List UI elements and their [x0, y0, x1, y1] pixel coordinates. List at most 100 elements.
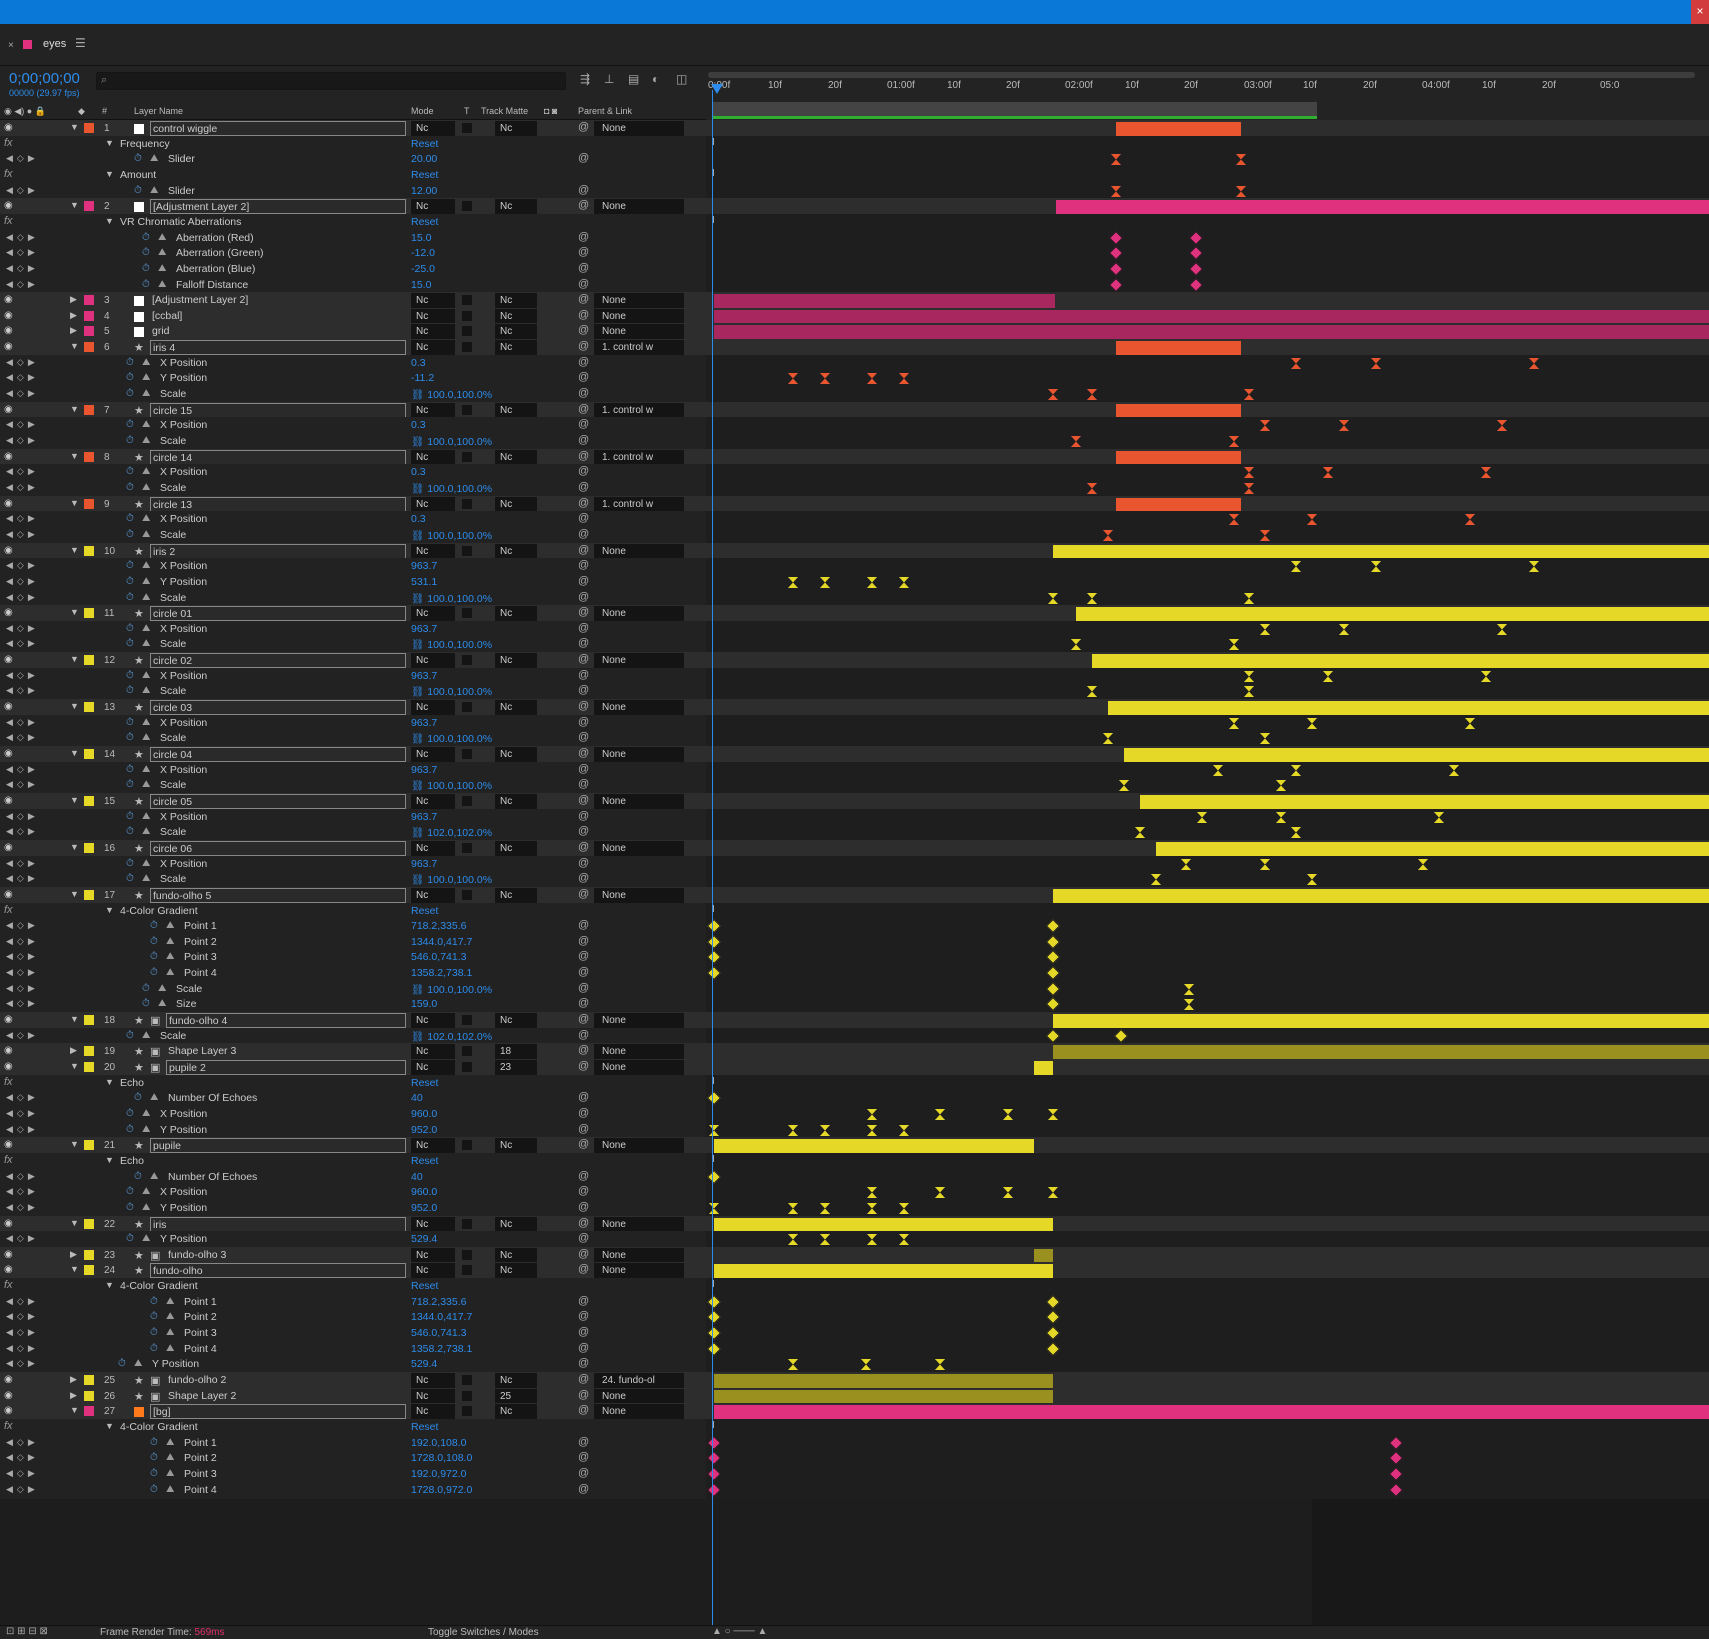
hold-keyframe[interactable] — [1481, 671, 1491, 682]
graph-icon[interactable]: ⛰ — [166, 1452, 174, 1463]
label-color-swatch[interactable] — [84, 749, 94, 759]
hold-keyframe[interactable] — [1481, 467, 1491, 478]
parent-dropdown[interactable]: None — [594, 1389, 684, 1404]
layer-name[interactable]: iris 4 — [150, 340, 406, 355]
expression-pickwhip-icon[interactable]: @ — [578, 152, 589, 164]
graph-icon[interactable]: ⛰ — [158, 263, 166, 274]
hold-keyframe[interactable] — [899, 577, 909, 588]
hold-keyframe[interactable] — [1087, 686, 1097, 697]
expression-pickwhip-icon[interactable]: @ — [578, 1091, 589, 1103]
stopwatch-icon[interactable]: ⏱ — [126, 670, 134, 681]
layer-duration-bar[interactable] — [714, 1374, 1053, 1388]
keyframe-navigator[interactable]: ◀◇▶ — [6, 717, 39, 728]
label-color-swatch[interactable] — [84, 1062, 94, 1072]
graph-icon[interactable]: ⛰ — [142, 638, 150, 649]
hold-keyframe[interactable] — [788, 1203, 798, 1214]
layer-name[interactable]: circle 05 — [150, 794, 406, 809]
stopwatch-icon[interactable]: ⏱ — [126, 466, 134, 477]
keyframe-navigator[interactable]: ◀◇▶ — [6, 529, 39, 540]
track-matte-dropdown[interactable]: Nc — [495, 1217, 537, 1232]
stopwatch-icon[interactable]: ⏱ — [126, 372, 134, 383]
keyframe[interactable] — [1045, 1325, 1061, 1341]
mode-dropdown[interactable]: Nc — [411, 340, 455, 355]
pickwhip-icon[interactable]: @ — [578, 1373, 589, 1385]
stopwatch-icon[interactable]: ⏱ — [126, 873, 134, 884]
hold-keyframe[interactable] — [1213, 765, 1223, 776]
motion-blur-icon[interactable]: ◐ — [652, 72, 670, 86]
collapse-triangle-icon[interactable]: ▼ — [70, 654, 79, 664]
keyframe-navigator[interactable]: ◀◇▶ — [6, 1296, 39, 1307]
expression-pickwhip-icon[interactable]: @ — [578, 982, 589, 994]
expression-pickwhip-icon[interactable]: @ — [578, 262, 589, 274]
shy-star-icon[interactable]: ★ — [134, 1139, 144, 1152]
fx-icon[interactable]: fx — [4, 1154, 13, 1166]
property-value[interactable]: ⛓ 100.0,100.0% — [411, 685, 492, 698]
keyframe[interactable] — [706, 1450, 722, 1466]
mode-dropdown[interactable]: Nc — [411, 747, 455, 762]
graph-icon[interactable]: ⛰ — [142, 1108, 150, 1119]
collapse-triangle-icon[interactable]: ▼ — [70, 1061, 79, 1071]
hold-keyframe[interactable] — [867, 1187, 877, 1198]
stopwatch-icon[interactable]: ⏱ — [142, 247, 150, 258]
pickwhip-icon[interactable]: @ — [578, 403, 589, 415]
collapse-triangle-icon[interactable]: ▼ — [70, 748, 79, 758]
graph-icon[interactable]: ⛰ — [142, 529, 150, 540]
keyframe-navigator[interactable]: ◀◇▶ — [6, 1327, 39, 1338]
keyframe[interactable] — [1188, 277, 1204, 293]
layer-search-input[interactable]: ⌕ — [96, 72, 566, 90]
track-matte-dropdown[interactable]: Nc — [495, 403, 537, 418]
collapse-triangle-icon[interactable]: ▼ — [105, 1155, 114, 1165]
hold-keyframe[interactable] — [1244, 467, 1254, 478]
keyframe-navigator[interactable]: ◀◇▶ — [6, 435, 39, 446]
expression-pickwhip-icon[interactable]: @ — [578, 1107, 589, 1119]
property-value[interactable]: 963.7 — [411, 560, 437, 572]
hold-keyframe[interactable] — [1260, 859, 1270, 870]
hold-keyframe[interactable] — [1048, 1187, 1058, 1198]
mode-dropdown[interactable]: Nc — [411, 653, 455, 668]
expand-triangle-icon[interactable]: ▶ — [70, 1390, 77, 1401]
layer-name[interactable]: [ccbal] — [150, 309, 406, 324]
parent-dropdown[interactable]: 1. control w — [594, 340, 684, 355]
pickwhip-icon[interactable]: @ — [578, 747, 589, 759]
hold-keyframe[interactable] — [1418, 859, 1428, 870]
preserve-transparency-checkbox[interactable] — [462, 295, 472, 305]
hold-keyframe[interactable] — [1087, 483, 1097, 494]
stopwatch-icon[interactable]: ⏱ — [126, 717, 134, 728]
parent-dropdown[interactable]: None — [594, 794, 684, 809]
property-value[interactable]: 159.0 — [411, 998, 437, 1010]
expression-pickwhip-icon[interactable]: @ — [578, 481, 589, 493]
parent-dropdown[interactable]: 24. fundo-ol — [594, 1373, 684, 1388]
graph-icon[interactable]: ⛰ — [142, 482, 150, 493]
expression-pickwhip-icon[interactable]: @ — [578, 1232, 589, 1244]
keyframe[interactable] — [1045, 965, 1061, 981]
property-value[interactable]: ⛓ 100.0,100.0% — [411, 779, 492, 792]
parent-dropdown[interactable]: None — [594, 121, 684, 136]
shy-star-icon[interactable]: ★ — [134, 1061, 144, 1074]
pickwhip-icon[interactable]: @ — [578, 841, 589, 853]
expression-pickwhip-icon[interactable]: @ — [578, 919, 589, 931]
keyframe-navigator[interactable]: ◀◇▶ — [6, 685, 39, 696]
label-color-swatch[interactable] — [84, 311, 94, 321]
graph-icon[interactable]: ⛰ — [150, 185, 158, 196]
visibility-eye-icon[interactable]: ◉ — [4, 1045, 13, 1056]
stopwatch-icon[interactable]: ⏱ — [118, 1358, 126, 1369]
fx-icon[interactable]: fx — [4, 137, 13, 149]
preserve-transparency-checkbox[interactable] — [462, 1062, 472, 1072]
keyframe-navigator[interactable]: ◀◇▶ — [6, 936, 39, 947]
property-value[interactable]: 963.7 — [411, 623, 437, 635]
pickwhip-icon[interactable]: @ — [578, 1404, 589, 1416]
property-value[interactable]: ⛓ 100.0,100.0% — [411, 638, 492, 651]
property-value[interactable]: ⛓ 100.0,100.0% — [411, 388, 492, 401]
graph-icon[interactable]: ⛰ — [142, 764, 150, 775]
parent-dropdown[interactable]: None — [594, 1044, 684, 1059]
hold-keyframe[interactable] — [1071, 639, 1081, 650]
property-value[interactable]: 0.3 — [411, 357, 426, 369]
hold-keyframe[interactable] — [1497, 420, 1507, 431]
hold-keyframe[interactable] — [788, 1359, 798, 1370]
shy-star-icon[interactable]: ★ — [134, 404, 144, 417]
keyframe-navigator[interactable]: ◀◇▶ — [6, 592, 39, 603]
visibility-eye-icon[interactable]: ◉ — [4, 795, 13, 806]
pickwhip-icon[interactable]: @ — [578, 1060, 589, 1072]
label-color-swatch[interactable] — [84, 326, 94, 336]
graph-icon[interactable]: ⛰ — [142, 419, 150, 430]
